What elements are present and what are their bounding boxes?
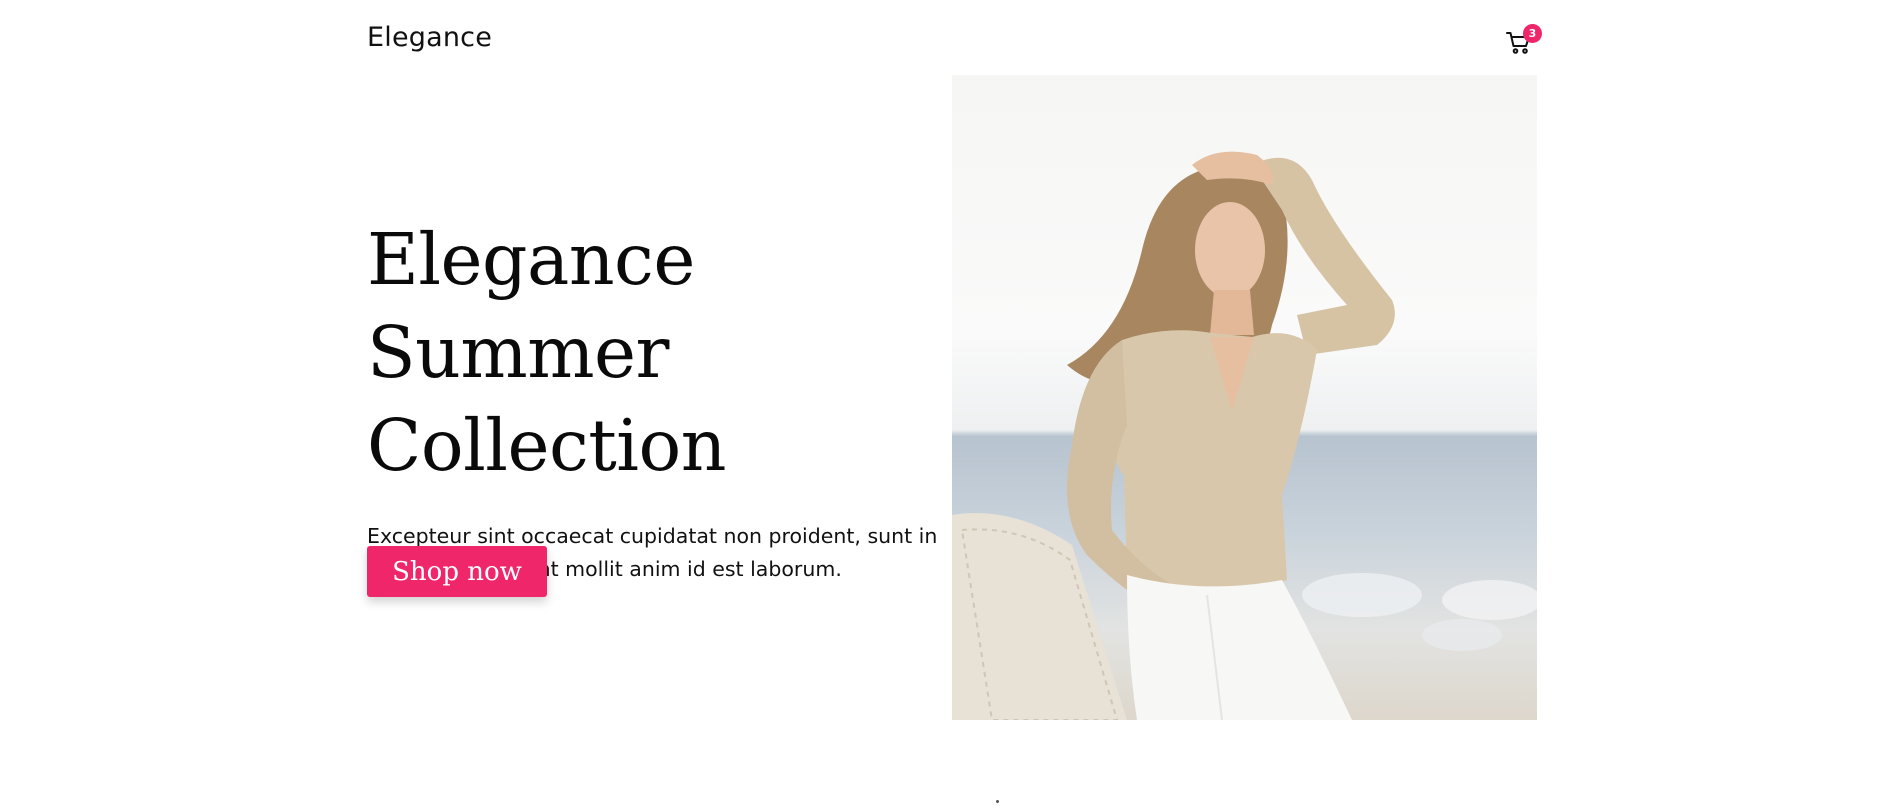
page: Elegance 3 Elegance Summer Collection Ex… [0,0,1901,806]
model-photo [952,151,1537,720]
hero-title-line-1: Elegance Summer [367,218,695,394]
hero-text: Elegance Summer Collection Excepteur sin… [367,213,957,586]
cart-count-badge: 3 [1523,24,1542,43]
logo-link[interactable]: Elegance [367,22,492,53]
hero-title-line-2: Collection [367,404,726,487]
site-header: Elegance 3 [367,14,1542,62]
hero-image [952,75,1537,720]
shop-now-button[interactable]: Shop now [367,546,547,597]
hero-title: Elegance Summer Collection [367,213,957,492]
scroll-indicator [996,800,999,803]
cart-button[interactable]: 3 [1503,22,1542,56]
